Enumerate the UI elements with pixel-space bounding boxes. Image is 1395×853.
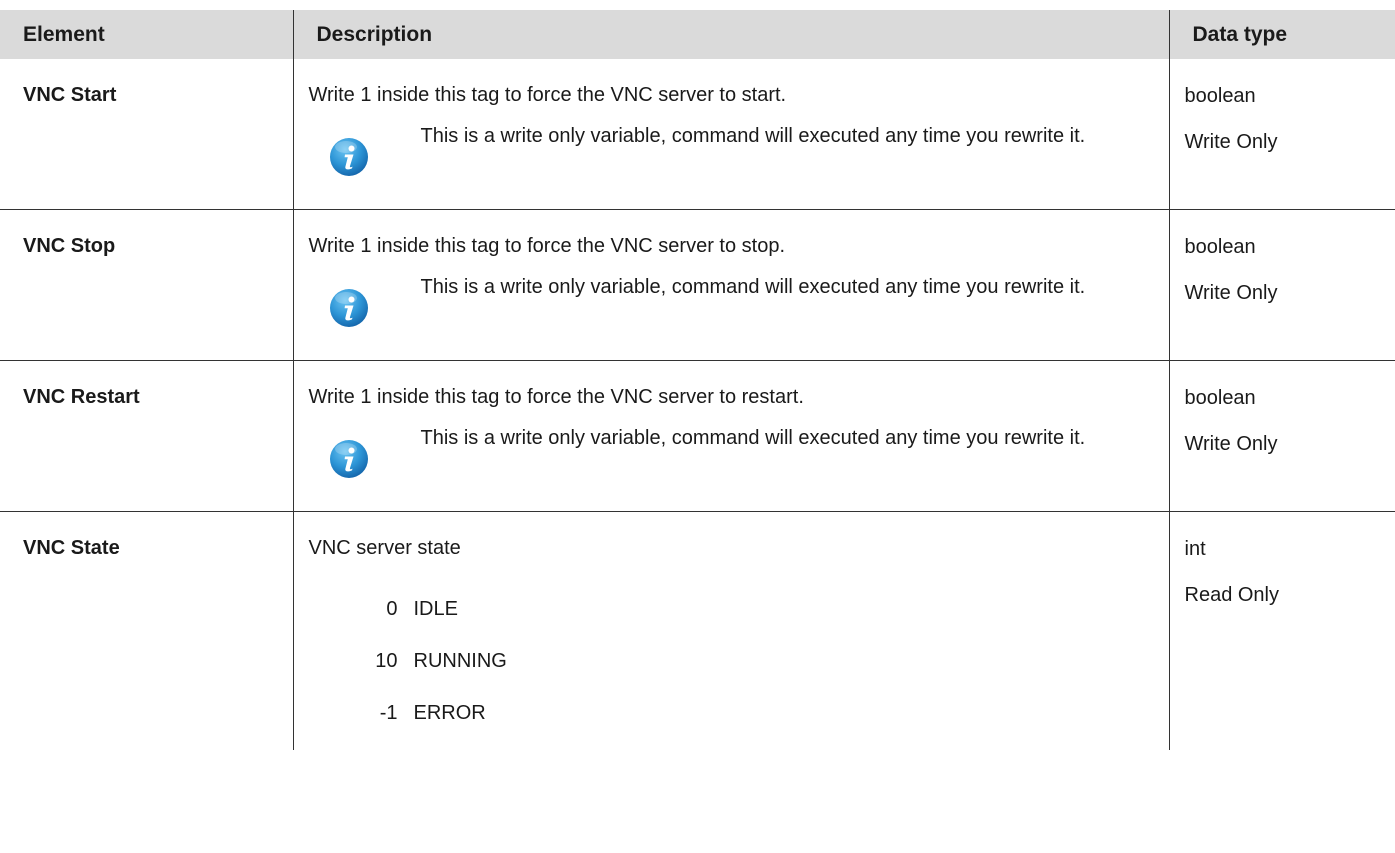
info-note: This is a write only variable, command w…	[309, 423, 1169, 479]
header-description: Description	[292, 10, 1169, 59]
data-type-cell: boolean Write Only	[1168, 360, 1395, 512]
header-data-type: Data type	[1168, 10, 1395, 59]
access-mode: Write Only	[1184, 433, 1278, 455]
description-text: VNC server state	[308, 537, 461, 559]
state-code: 0	[386, 598, 398, 620]
info-note: This is a write only variable, command w…	[309, 121, 1169, 177]
description-cell: Write 1 inside this tag to force the VNC…	[292, 360, 1169, 512]
data-type: boolean	[1184, 236, 1256, 258]
description-cell: Write 1 inside this tag to force the VNC…	[292, 59, 1169, 210]
state-item: -1 ERROR	[309, 698, 1169, 728]
access-mode: Write Only	[1184, 282, 1278, 304]
data-type-cell: boolean Write Only	[1168, 209, 1395, 361]
description-cell: VNC server state 0 IDLE 10 RUNNING -1 ER…	[292, 511, 1169, 750]
table-row: VNC State VNC server state 0 IDLE 10 RUN…	[0, 511, 1395, 750]
description-cell: Write 1 inside this tag to force the VNC…	[292, 209, 1169, 361]
access-mode: Read Only	[1184, 584, 1280, 606]
table-row: VNC Restart Write 1 inside this tag to f…	[0, 360, 1395, 512]
state-code: 10	[375, 650, 398, 672]
state-label: IDLE	[413, 598, 458, 620]
note-text: This is a write only variable, command w…	[420, 427, 1086, 449]
element-name: VNC Restart	[0, 360, 293, 512]
note-text: This is a write only variable, command w…	[420, 276, 1086, 298]
info-note: This is a write only variable, command w…	[309, 272, 1169, 328]
info-icon	[329, 137, 369, 177]
element-name: VNC Stop	[0, 209, 293, 361]
data-type-cell: boolean Write Only	[1168, 59, 1395, 210]
info-icon	[329, 288, 369, 328]
state-list: 0 IDLE 10 RUNNING -1 ERROR	[309, 594, 1169, 728]
state-item: 10 RUNNING	[309, 646, 1169, 676]
description-text: Write 1 inside this tag to force the VNC…	[308, 235, 786, 257]
table-row: VNC Start Write 1 inside this tag to for…	[0, 59, 1395, 210]
data-type: boolean	[1184, 85, 1256, 107]
data-type: boolean	[1184, 387, 1256, 409]
state-code: -1	[379, 702, 398, 724]
access-mode: Write Only	[1184, 131, 1278, 153]
data-type-cell: int Read Only	[1168, 511, 1395, 750]
description-text: Write 1 inside this tag to force the VNC…	[308, 386, 804, 408]
state-label: RUNNING	[413, 650, 507, 672]
data-type: int	[1184, 538, 1206, 560]
element-name: VNC Start	[0, 59, 293, 210]
description-text: Write 1 inside this tag to force the VNC…	[308, 84, 787, 106]
state-item: 0 IDLE	[309, 594, 1169, 624]
table-header-row: Element Description Data type	[0, 10, 1395, 59]
note-text: This is a write only variable, command w…	[420, 125, 1086, 147]
table-row: VNC Stop Write 1 inside this tag to forc…	[0, 209, 1395, 361]
element-name: VNC State	[23, 537, 120, 559]
header-element: Element	[0, 10, 293, 59]
state-label: ERROR	[413, 702, 486, 724]
info-icon	[329, 439, 369, 479]
data-table: Element Description Data type VNC Start …	[0, 10, 1395, 750]
